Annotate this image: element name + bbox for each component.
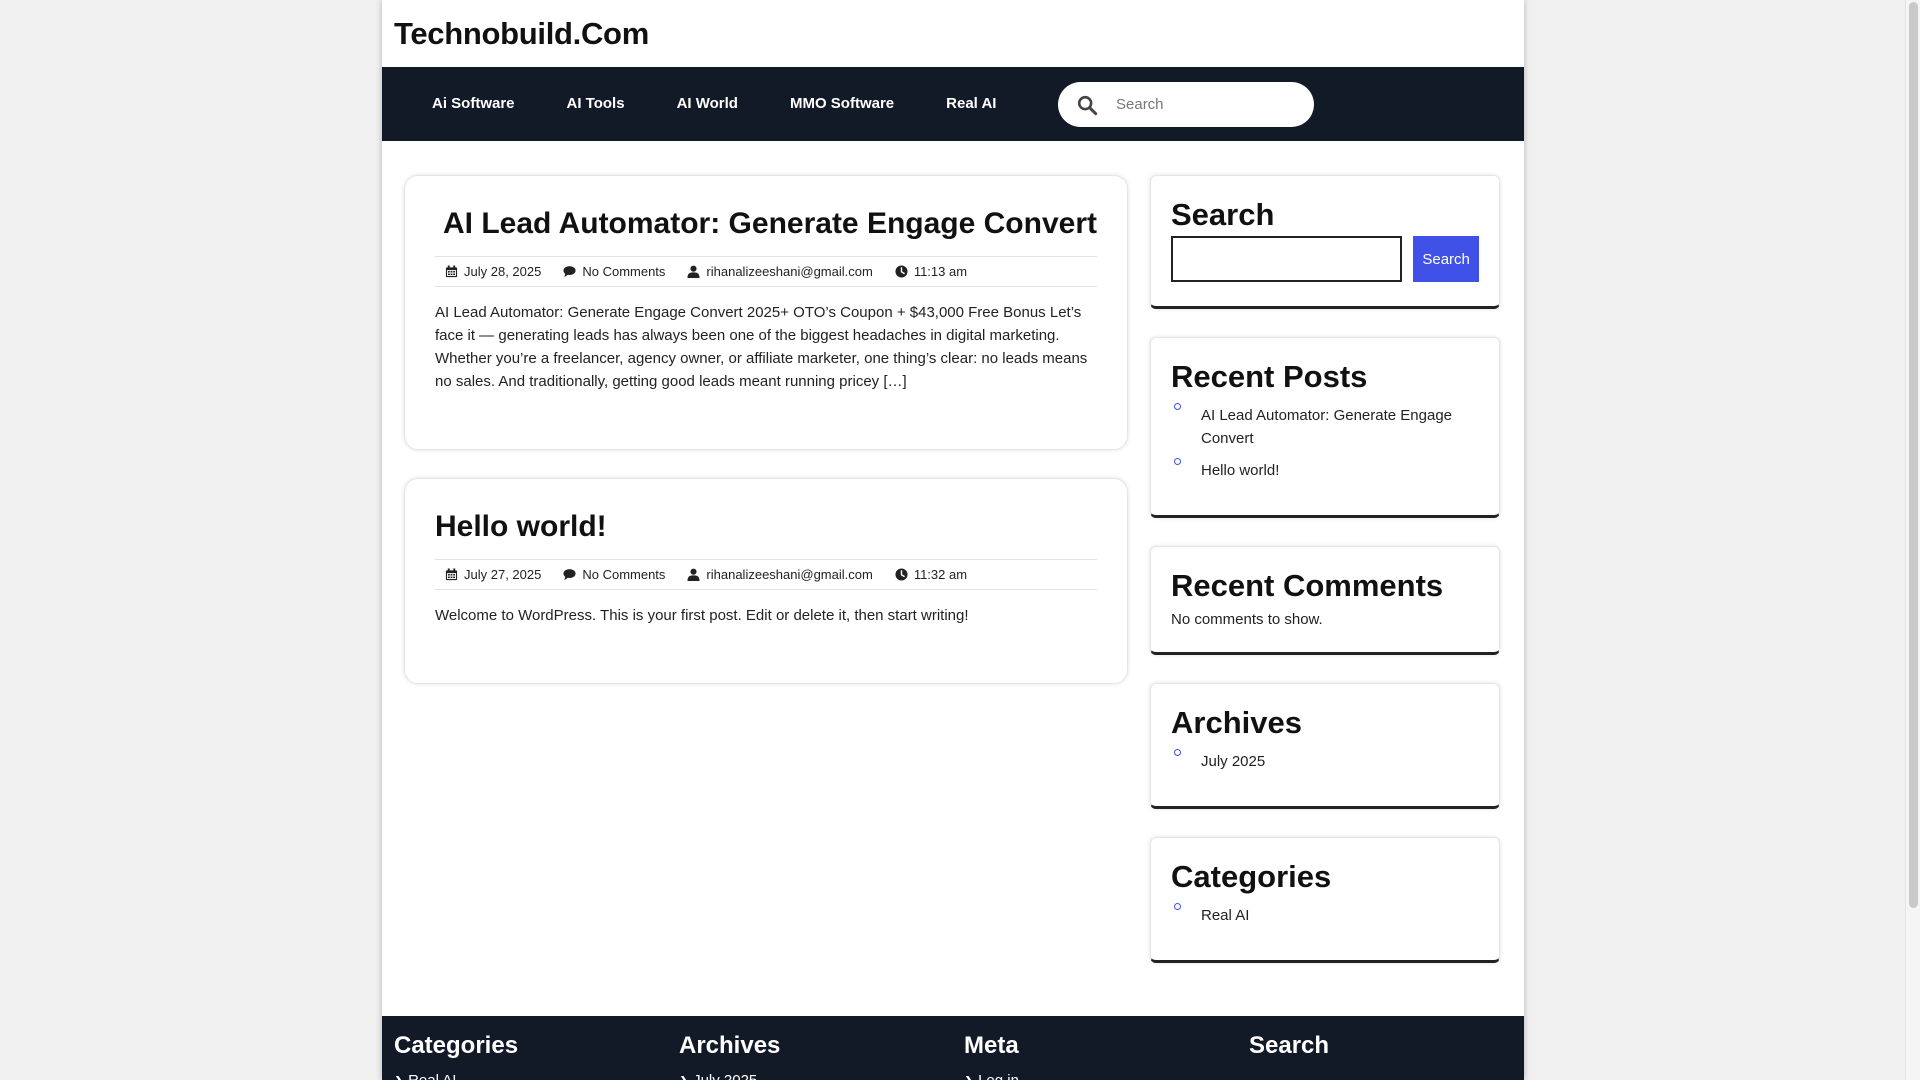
chevron-right-icon: ❯	[964, 1074, 974, 1080]
page: Technobuild.Com Ai Software AI Tools AI …	[382, 0, 1524, 1080]
footer-link-label: Log in	[978, 1072, 1019, 1080]
recent-posts-list: AI Lead Automator: Generate Engage Conve…	[1171, 403, 1479, 482]
recent-post-link[interactable]: AI Lead Automator: Generate Engage Conve…	[1201, 407, 1452, 447]
post-time-text: 11:13 am	[913, 264, 968, 279]
post-meta: July 27, 2025 No Comments rihanalizeesha…	[435, 560, 1097, 590]
site-footer: Categories ❯ Real AI Archives ❯ July 202…	[382, 1016, 1524, 1080]
recent-posts-widget: Recent Posts AI Lead Automator: Generate…	[1150, 337, 1500, 518]
widget-title: Categories	[1171, 859, 1332, 894]
post-date-text: July 27, 2025	[464, 567, 542, 582]
list-item: AI Lead Automator: Generate Engage Conve…	[1171, 403, 1479, 450]
footer-link-label: July 2025	[693, 1072, 757, 1080]
widget-title: Recent Comments	[1171, 568, 1444, 603]
search-form: Search	[1171, 236, 1479, 282]
calendar-icon	[445, 568, 458, 581]
search-widget: Search Search	[1150, 175, 1500, 309]
post-card: Hello world! July 27, 2025 No Comments r…	[404, 478, 1128, 684]
calendar-icon	[445, 265, 458, 278]
sidebar-search-input[interactable]	[1171, 236, 1403, 282]
search-icon[interactable]	[1076, 94, 1098, 116]
archive-link[interactable]: July 2025	[1201, 753, 1265, 770]
no-comments-text: No comments to show.	[1171, 611, 1323, 628]
footer-link[interactable]: ❯ Log in	[964, 1072, 1019, 1080]
post-time-text: 11:32 am	[913, 567, 968, 582]
post-comments[interactable]: No Comments	[563, 264, 665, 279]
footer-title: Search	[1249, 1032, 1330, 1059]
post-excerpt: AI Lead Automator: Generate Engage Conve…	[435, 304, 1088, 390]
site-title[interactable]: Technobuild.Com	[394, 16, 1512, 52]
footer-title: Meta	[964, 1032, 1019, 1059]
post-author-text: rihanalizeeshani@gmail.com	[706, 264, 873, 279]
post-comments-text: No Comments	[582, 567, 666, 582]
page-scrollbar[interactable]	[1905, 0, 1920, 1080]
clock-icon	[895, 568, 908, 581]
post-title[interactable]: Hello world!	[435, 509, 1097, 560]
post-author[interactable]: rihanalizeeshani@gmail.com	[687, 264, 873, 279]
widget-title: Archives	[1171, 705, 1302, 740]
post-excerpt: Welcome to WordPress. This is your first…	[435, 607, 969, 624]
bullet-icon	[1174, 458, 1181, 465]
post-comments[interactable]: No Comments	[563, 567, 665, 582]
nav-menu: Ai Software AI Tools AI World MMO Softwa…	[382, 67, 1022, 141]
post-title[interactable]: AI Lead Automator: Generate Engage Conve…	[435, 206, 1097, 257]
footer-archives: Archives ❯ July 2025	[679, 1032, 780, 1080]
archives-list: July 2025	[1171, 749, 1479, 773]
list-item: July 2025	[1171, 749, 1479, 773]
chevron-right-icon: ❯	[679, 1074, 689, 1080]
categories-widget: Categories Real AI	[1150, 837, 1500, 963]
footer-link-label: Real AI	[408, 1072, 456, 1080]
user-icon	[687, 568, 700, 581]
list-item: Hello world!	[1171, 458, 1479, 482]
nav-item-mmo-software[interactable]: MMO Software	[764, 67, 920, 141]
archives-widget: Archives July 2025	[1150, 683, 1500, 809]
footer-link[interactable]: ❯ Real AI	[394, 1072, 518, 1080]
post-author-text: rihanalizeeshani@gmail.com	[706, 567, 873, 582]
widget-title: Recent Posts	[1171, 359, 1368, 394]
search-button[interactable]: Search	[1413, 236, 1479, 282]
nav-search-input[interactable]	[1116, 96, 1286, 113]
post-card: AI Lead Automator: Generate Engage Conve…	[404, 175, 1128, 450]
post-date[interactable]: July 28, 2025	[445, 264, 541, 279]
nav-item-ai-software[interactable]: Ai Software	[406, 67, 541, 141]
bullet-icon	[1174, 903, 1181, 910]
scrollbar-thumb[interactable]	[1909, 2, 1918, 908]
post-time: 11:13 am	[895, 264, 967, 279]
post-comments-text: No Comments	[582, 264, 666, 279]
post-list: AI Lead Automator: Generate Engage Conve…	[404, 175, 1128, 712]
categories-list: Real AI	[1171, 903, 1479, 927]
post-date[interactable]: July 27, 2025	[445, 567, 541, 582]
nav-search-box	[1058, 82, 1314, 127]
site-header: Technobuild.Com	[382, 0, 1524, 67]
sidebar: Search Search Recent Posts AI Lead Autom…	[1150, 175, 1500, 991]
footer-title: Categories	[394, 1032, 519, 1059]
footer-categories: Categories ❯ Real AI	[394, 1032, 518, 1080]
post-date-text: July 28, 2025	[464, 264, 542, 279]
footer-meta: Meta ❯ Log in	[964, 1032, 1019, 1080]
recent-post-link[interactable]: Hello world!	[1201, 462, 1279, 479]
bullet-icon	[1174, 403, 1181, 410]
list-item: Real AI	[1171, 903, 1479, 927]
nav-item-ai-tools[interactable]: AI Tools	[541, 67, 651, 141]
recent-comments-widget: Recent Comments No comments to show.	[1150, 546, 1500, 655]
widget-title: Search	[1171, 197, 1275, 232]
footer-link[interactable]: ❯ July 2025	[679, 1072, 780, 1080]
post-meta: July 28, 2025 No Comments rihanalizeesha…	[435, 257, 1097, 287]
nav-item-real-ai[interactable]: Real AI	[920, 67, 1022, 141]
nav-item-ai-world[interactable]: AI World	[651, 67, 764, 141]
category-link[interactable]: Real AI	[1201, 907, 1249, 924]
footer-search: Search	[1249, 1032, 1329, 1060]
bullet-icon	[1174, 749, 1181, 756]
post-author[interactable]: rihanalizeeshani@gmail.com	[687, 567, 873, 582]
comment-icon	[563, 569, 576, 581]
post-time: 11:32 am	[895, 567, 967, 582]
main-navigation: Ai Software AI Tools AI World MMO Softwa…	[382, 67, 1524, 141]
comment-icon	[563, 266, 576, 278]
user-icon	[687, 265, 700, 278]
chevron-right-icon: ❯	[394, 1074, 404, 1080]
footer-title: Archives	[679, 1032, 781, 1059]
clock-icon	[895, 265, 908, 278]
